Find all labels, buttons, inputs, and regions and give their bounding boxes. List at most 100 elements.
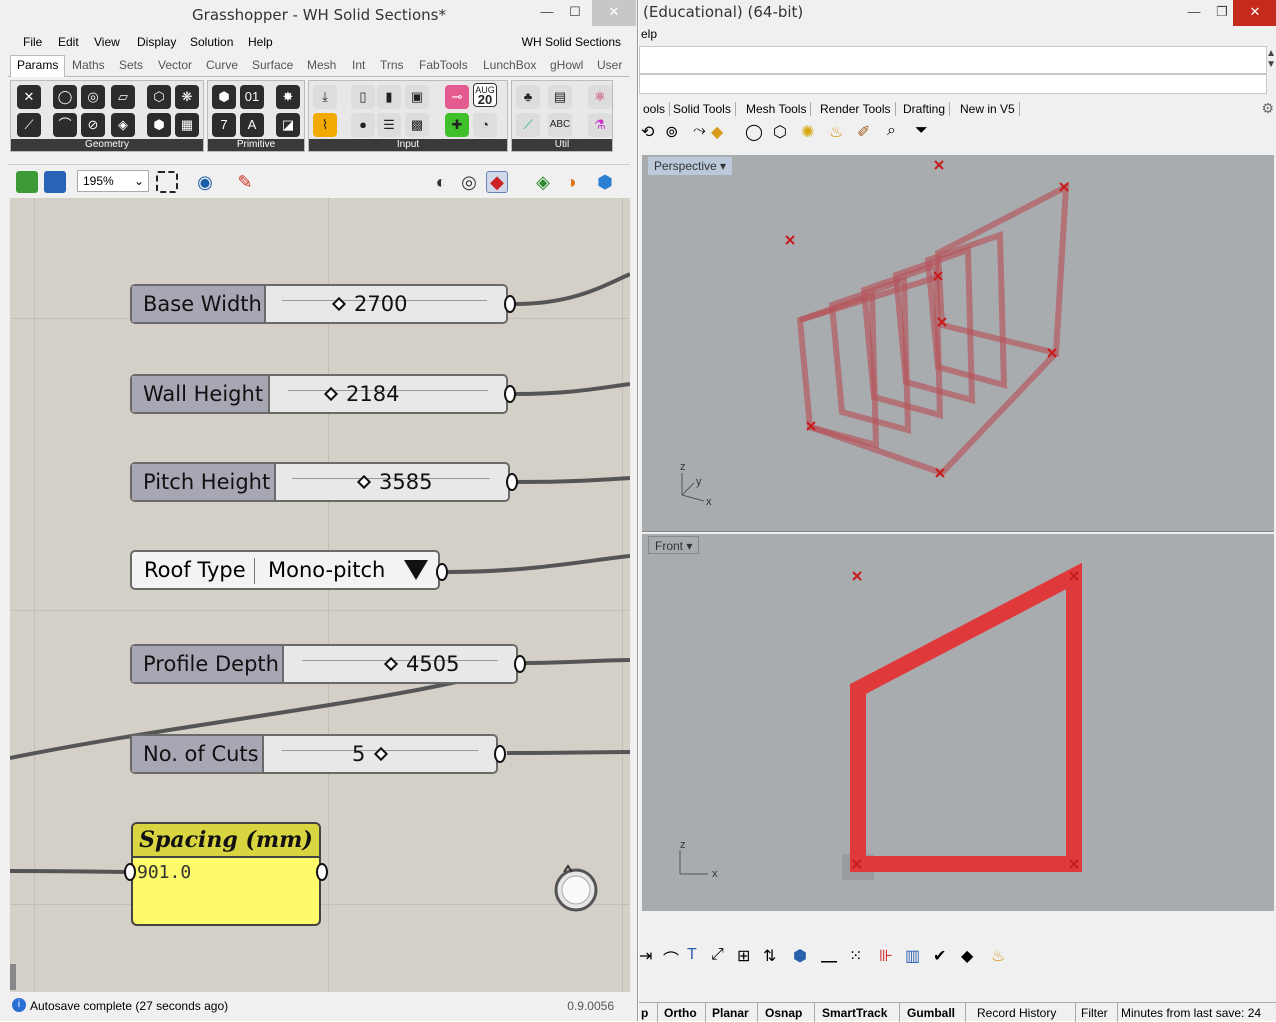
gh-canvas[interactable]: Base Width 2700 Wall Height 2184 Pitch H…: [10, 198, 630, 992]
preview-selected-icon[interactable]: ◈: [532, 171, 554, 193]
tab-curve[interactable]: Curve: [206, 58, 238, 72]
grid-dots-icon[interactable]: ⁙: [849, 946, 871, 968]
tab-maths[interactable]: Maths: [72, 58, 105, 72]
graph-mapper-icon[interactable]: ⌇: [313, 113, 337, 137]
tree-icon[interactable]: ♣: [516, 85, 540, 109]
tab-tools[interactable]: ools: [639, 102, 671, 116]
viewport-front[interactable]: Front ▾ z x: [642, 534, 1274, 911]
tab-lunchbox[interactable]: LunchBox: [483, 58, 536, 72]
molecule-icon[interactable]: ⚛: [588, 85, 612, 109]
slider-profile-depth[interactable]: Profile Depth 4505: [130, 644, 518, 684]
light-icon[interactable]: ✺: [801, 122, 823, 144]
menu-view[interactable]: View: [94, 35, 120, 49]
boolean-toggle-icon[interactable]: ▯: [351, 85, 375, 109]
shaded-preview-icon[interactable]: ◆: [486, 171, 508, 193]
clock-icon[interactable]: ◔: [473, 113, 497, 137]
field-param-icon[interactable]: ▦: [175, 113, 199, 137]
vertical-scrollbar[interactable]: [10, 964, 16, 990]
zoom-select[interactable]: 195% ⌄: [77, 170, 149, 192]
zoom-icon[interactable]: ⌕: [887, 122, 909, 144]
arrow-icon[interactable]: ⇥: [639, 946, 661, 968]
tab-drafting[interactable]: Drafting: [899, 102, 951, 116]
brep-param-icon[interactable]: ▱: [111, 85, 135, 109]
plane-param-icon[interactable]: ⊘: [81, 113, 105, 137]
maximize-button[interactable]: ☐: [560, 0, 590, 26]
arc-param-icon[interactable]: ◎: [81, 85, 105, 109]
check-icon[interactable]: ✔: [933, 946, 955, 968]
filter-icon[interactable]: ⏷: [915, 122, 937, 144]
tab-params[interactable]: Params: [10, 55, 66, 77]
document-name[interactable]: WH Solid Sections: [522, 35, 621, 49]
sketch-pen-icon[interactable]: ✎: [234, 171, 256, 193]
menu-solution[interactable]: Solution: [190, 35, 233, 49]
baseline-icon[interactable]: ⎽: [821, 946, 843, 968]
minimize-button[interactable]: —: [532, 0, 562, 26]
point-param-icon[interactable]: ✕: [17, 85, 41, 109]
md-slider-icon[interactable]: ✚: [445, 113, 469, 137]
box-icon[interactable]: ⬡: [773, 122, 795, 144]
close-button[interactable]: ✕: [592, 0, 636, 26]
status-smarttrack[interactable]: SmartTrack: [822, 1006, 887, 1020]
status-ortho[interactable]: Ortho: [664, 1006, 697, 1020]
block-icon[interactable]: ⬢: [793, 946, 815, 968]
tab-render-tools[interactable]: Render Tools: [816, 102, 896, 116]
preview-eye-icon[interactable]: ◉: [194, 171, 216, 193]
abc-icon[interactable]: ABC: [548, 113, 572, 137]
dimension-curve-icon[interactable]: ⌒: [663, 946, 685, 969]
slider-wall-height[interactable]: Wall Height 2184: [130, 374, 508, 414]
distance-icon[interactable]: ⤢: [711, 946, 733, 968]
brush-icon[interactable]: ✐: [857, 122, 879, 144]
cplane-icon[interactable]: ⊪: [879, 946, 901, 968]
save-file-icon[interactable]: [44, 171, 66, 193]
boolean-param-icon[interactable]: ⬢: [212, 85, 236, 109]
object-properties-icon[interactable]: ◆: [961, 946, 983, 968]
mesh-param-icon[interactable]: ❋: [175, 85, 199, 109]
wireframe-preview-icon[interactable]: ◎: [458, 171, 480, 193]
gear-icon[interactable]: ⚙: [1261, 100, 1274, 117]
close-button[interactable]: ✕: [1233, 0, 1276, 26]
render-icon[interactable]: ♨: [829, 122, 851, 144]
surface-param-icon[interactable]: ◈: [111, 113, 135, 137]
command-prompt[interactable]: [639, 74, 1267, 94]
output-port[interactable]: [514, 655, 526, 673]
slider-pitch-height[interactable]: Pitch Height 3585: [130, 462, 510, 502]
slider-icon[interactable]: ⊸: [445, 85, 469, 109]
render-settings-icon[interactable]: ♨: [991, 946, 1013, 968]
status-planar[interactable]: Planar: [712, 1006, 749, 1020]
clipboard-icon[interactable]: ▥: [905, 946, 927, 968]
status-osnap[interactable]: Osnap: [765, 1006, 802, 1020]
minimize-button[interactable]: —: [1179, 0, 1209, 26]
sphere-icon[interactable]: ◯: [745, 122, 767, 144]
number-param-icon[interactable]: 7: [212, 113, 236, 137]
slider-base-width[interactable]: Base Width 2700: [130, 284, 508, 324]
chart-icon[interactable]: ⟋: [516, 113, 540, 137]
button-icon[interactable]: ▮: [377, 85, 401, 109]
value-list-icon[interactable]: ☰: [377, 113, 401, 137]
geometry-param-icon[interactable]: ⬢: [147, 113, 171, 137]
menu-file[interactable]: File: [23, 35, 42, 49]
tab-solid-tools[interactable]: Solid Tools: [669, 102, 736, 116]
pull-icon[interactable]: ⇅: [763, 946, 785, 968]
solver-widget-icon[interactable]: [550, 862, 600, 912]
tab-user[interactable]: User: [597, 58, 622, 72]
status-gumball[interactable]: Gumball: [907, 1006, 955, 1020]
circle-param-icon[interactable]: ◯: [53, 85, 77, 109]
import-icon[interactable]: ⤓: [313, 85, 337, 109]
tab-mesh[interactable]: Mesh: [307, 58, 336, 72]
text-tool-icon[interactable]: T: [687, 946, 709, 968]
document-preview-icon[interactable]: ◑: [560, 171, 582, 193]
tab-trns[interactable]: Trns: [380, 58, 404, 72]
menu-edit[interactable]: Edit: [58, 35, 79, 49]
tab-ghowl[interactable]: gHowl: [550, 58, 583, 72]
viewport-perspective[interactable]: Perspective ▾ z y x: [642, 155, 1274, 532]
panel-spacing[interactable]: Spacing (mm) 901.0: [131, 822, 321, 926]
open-file-icon[interactable]: [16, 171, 38, 193]
colour-param-icon[interactable]: ✸: [276, 85, 300, 109]
status-p[interactable]: p: [641, 1006, 648, 1020]
mesh-settings-icon[interactable]: ⬢: [594, 171, 616, 193]
output-port[interactable]: [504, 295, 516, 313]
dropdown-arrow-icon[interactable]: [404, 560, 428, 580]
tab-sets[interactable]: Sets: [119, 58, 143, 72]
output-port[interactable]: [316, 863, 328, 881]
text-param-icon[interactable]: A: [240, 113, 264, 137]
